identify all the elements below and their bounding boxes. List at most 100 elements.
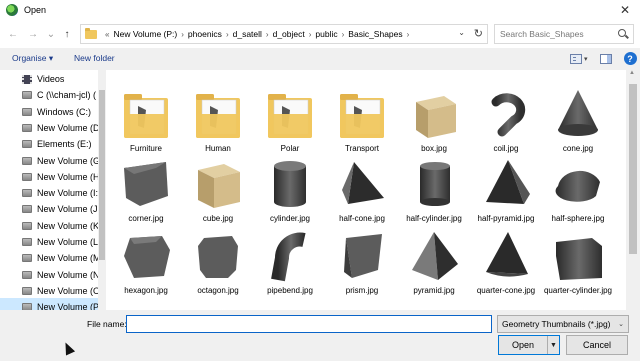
sidebar-item[interactable]: New Volume (D: <box>0 119 98 137</box>
folder-icon <box>116 84 176 142</box>
file-item[interactable]: quarter-cone.jpg <box>471 226 541 298</box>
file-item[interactable]: half-sphere.jpg <box>543 154 613 226</box>
sidebar-item[interactable]: New Volume (I:) <box>0 184 98 202</box>
chevron-down-icon[interactable]: ▾ <box>584 55 588 63</box>
file-item[interactable]: prism.jpg <box>327 226 397 298</box>
sidebar-scrollbar[interactable] <box>98 70 106 310</box>
file-list-scrollbar[interactable]: ▲ <box>626 70 640 310</box>
file-item[interactable]: half-pyramid.jpg <box>471 154 541 226</box>
file-item[interactable]: cube.jpg <box>183 154 253 226</box>
sidebar-item[interactable]: Windows (C:) <box>0 103 98 121</box>
view-controls: ▾ ? <box>570 52 637 65</box>
file-item[interactable]: half-cone.jpg <box>327 154 397 226</box>
breadcrumb-item[interactable]: d_object <box>273 29 305 39</box>
chevron-right-icon[interactable]: › <box>342 30 345 39</box>
file-item[interactable]: half-cylinder.jpg <box>399 154 469 226</box>
file-item[interactable]: cylinder.jpg <box>255 154 325 226</box>
open-button-label[interactable]: Open <box>499 340 547 350</box>
drive-icon <box>22 172 32 181</box>
organise-button[interactable]: Organise ▾ <box>12 53 53 64</box>
scroll-up-icon[interactable]: ▲ <box>629 70 635 76</box>
command-bar: Organise ▾ New folder ▾ ? <box>0 48 640 70</box>
back-icon[interactable]: ← <box>6 27 20 41</box>
sidebar-item[interactable]: New Volume (O: <box>0 282 98 300</box>
sidebar-item[interactable]: New Volume (M <box>0 249 98 267</box>
help-icon[interactable]: ? <box>623 52 637 65</box>
file-name: half-cone.jpg <box>339 214 385 223</box>
file-item[interactable]: pyramid.jpg <box>399 226 469 298</box>
close-button[interactable]: ✕ <box>610 0 640 20</box>
file-item[interactable]: cone.jpg <box>543 84 613 156</box>
file-item[interactable]: corner.jpg <box>111 154 181 226</box>
drive-icon <box>22 254 32 263</box>
file-thumbnail <box>476 226 536 284</box>
preview-pane-icon[interactable] <box>599 53 612 64</box>
file-item[interactable]: quarter-cylinder.jpg <box>543 226 613 298</box>
recent-locations-icon[interactable]: ⌄ <box>44 27 58 41</box>
drive-icon <box>22 91 32 100</box>
sidebar-item[interactable]: Videos <box>0 70 98 88</box>
sidebar-item[interactable]: C (\\cham-jcl) ( <box>0 86 98 104</box>
chevron-down-icon[interactable]: ⌄ <box>458 28 465 37</box>
refresh-icon[interactable]: ↻ <box>474 27 483 40</box>
search-box[interactable]: Search Basic_Shapes <box>494 24 634 44</box>
file-name-input[interactable] <box>126 315 492 333</box>
breadcrumb-item[interactable]: Basic_Shapes <box>348 29 402 39</box>
breadcrumb-item[interactable]: d_satell <box>233 29 262 39</box>
chevron-right-icon[interactable]: › <box>309 30 312 39</box>
overflow-chevron-icon[interactable]: « <box>105 30 109 39</box>
change-view-icon[interactable] <box>570 53 582 64</box>
sidebar-item[interactable]: New Volume (H: <box>0 168 98 186</box>
sidebar-item[interactable]: New Volume (P: <box>0 298 98 310</box>
up-folder-icon[interactable]: ↑ <box>60 27 74 41</box>
sidebar-item[interactable]: Elements (E:) <box>0 135 98 153</box>
open-button[interactable]: Open ▼ <box>498 335 560 355</box>
sidebar-item-label: New Volume (M <box>37 253 98 264</box>
file-thumbnail <box>260 154 320 212</box>
file-thumbnail <box>332 154 392 212</box>
folder-item[interactable]: Human <box>183 84 253 156</box>
chevron-down-icon[interactable]: ⌄ <box>618 320 624 328</box>
file-thumbnail <box>476 84 536 142</box>
drive-icon <box>22 270 32 279</box>
scrollbar-thumb[interactable] <box>99 90 105 260</box>
open-options-chevron-icon[interactable]: ▼ <box>547 336 559 354</box>
folder-item[interactable]: Polar <box>255 84 325 156</box>
search-icon[interactable] <box>617 28 629 40</box>
chevron-right-icon[interactable]: › <box>226 30 229 39</box>
scrollbar-thumb[interactable] <box>629 84 637 254</box>
chevron-right-icon[interactable]: › <box>266 30 269 39</box>
new-folder-button[interactable]: New folder <box>74 53 115 63</box>
address-bar[interactable]: « New Volume (P:) › phoenics › d_satell … <box>80 24 488 44</box>
breadcrumb-item[interactable]: phoenics <box>188 29 222 39</box>
file-type-select[interactable]: Geometry Thumbnails (*.jpg) ⌄ <box>497 315 629 333</box>
sidebar-item[interactable]: New Volume (G: <box>0 152 98 170</box>
file-item[interactable]: box.jpg <box>399 84 469 156</box>
folder-icon <box>332 84 392 142</box>
chevron-right-icon[interactable]: › <box>407 30 410 39</box>
breadcrumb-item[interactable]: New Volume (P:) <box>113 29 177 39</box>
file-item[interactable]: hexagon.jpg <box>111 226 181 298</box>
search-input[interactable]: Search Basic_Shapes <box>500 29 617 39</box>
folder-item[interactable]: Transport <box>327 84 397 156</box>
sidebar-item[interactable]: New Volume (L:) <box>0 233 98 251</box>
file-item[interactable]: pipebend.jpg <box>255 226 325 298</box>
file-name: quarter-cone.jpg <box>476 286 536 295</box>
chevron-right-icon[interactable]: › <box>181 30 184 39</box>
sidebar-item[interactable]: New Volume (N: <box>0 266 98 284</box>
file-item[interactable]: coil.jpg <box>471 84 541 156</box>
sidebar-item[interactable]: New Volume (K: <box>0 217 98 235</box>
breadcrumb-item[interactable]: public <box>315 29 337 39</box>
folder-icon <box>188 84 248 142</box>
drive-icon <box>22 286 32 295</box>
cancel-button[interactable]: Cancel <box>566 335 628 355</box>
folder-item[interactable]: Furniture <box>111 84 181 156</box>
file-name: box.jpg <box>421 144 447 153</box>
sidebar-item[interactable]: New Volume (J:) <box>0 200 98 218</box>
sidebar-item-label: Windows (C:) <box>37 106 92 117</box>
file-name: Transport <box>345 144 379 153</box>
forward-icon[interactable]: → <box>26 27 40 41</box>
file-item[interactable]: octagon.jpg <box>183 226 253 298</box>
file-name: Human <box>205 144 231 153</box>
drive-icon <box>22 123 32 132</box>
